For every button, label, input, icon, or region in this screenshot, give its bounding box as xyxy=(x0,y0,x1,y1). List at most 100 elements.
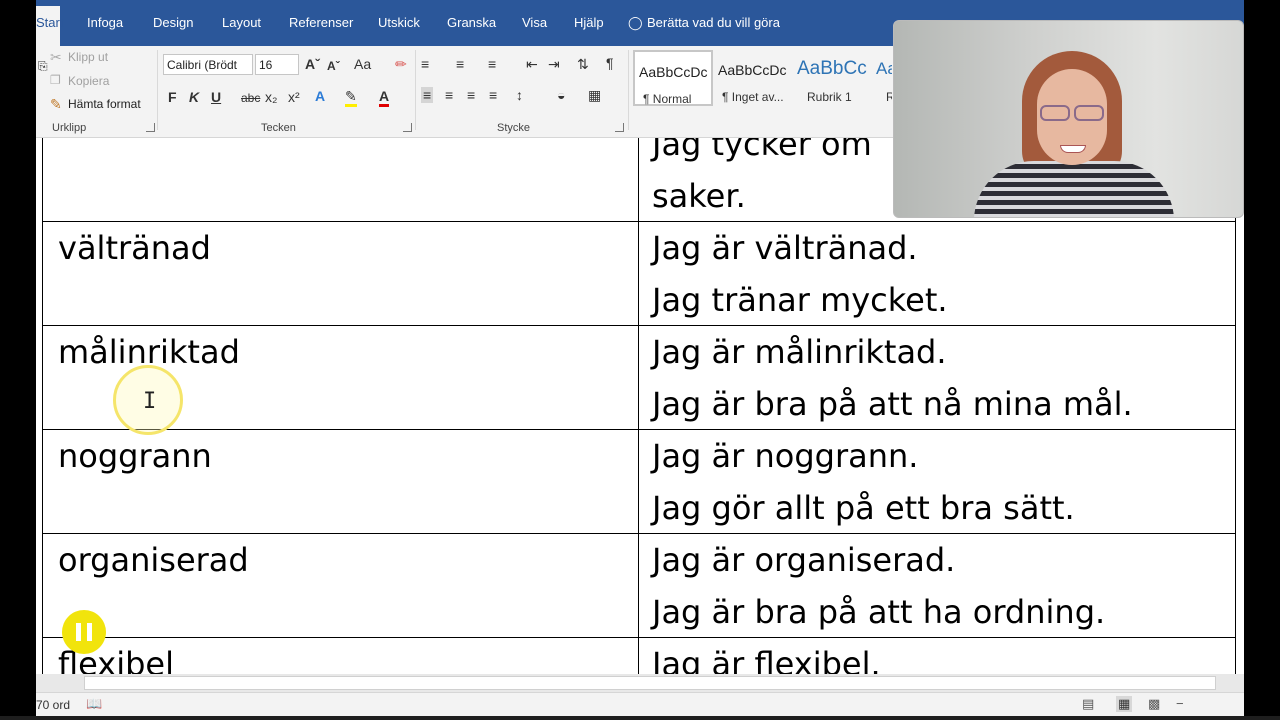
tab-hjalp[interactable]: Hjälp xyxy=(574,15,604,33)
paragraph-launcher-icon[interactable] xyxy=(615,123,624,132)
decrease-indent-icon[interactable]: ⇤ xyxy=(526,56,538,72)
shrink-font-icon[interactable]: Aˇ xyxy=(327,58,340,74)
tell-me-box[interactable]: Berätta vad du vill göra xyxy=(647,15,780,33)
taskbar-edge xyxy=(0,716,1280,720)
tell-me-lightbulb-icon[interactable]: ◯ xyxy=(628,15,643,33)
change-case-button[interactable]: Aa xyxy=(354,56,371,72)
style-no-spacing[interactable]: AaBbCcDc ¶ Inget av... xyxy=(714,50,794,106)
zoom-out-icon[interactable]: − xyxy=(1176,696,1184,712)
cut-button[interactable]: Klipp ut xyxy=(68,50,108,64)
underline-button[interactable]: U xyxy=(211,89,221,105)
style-heading-2[interactable]: Aa R xyxy=(872,50,892,106)
cell-text: Jag tränar mycket. xyxy=(652,281,948,319)
table-cell-word[interactable]: organiserad xyxy=(42,534,639,638)
cell-text: flexibel xyxy=(58,645,174,674)
numbering-icon[interactable]: ≡ xyxy=(456,56,464,72)
cell-text: Jag är organiserad. xyxy=(652,541,956,579)
print-layout-icon[interactable]: ▦ xyxy=(1116,696,1133,712)
font-name-dropdown[interactable]: Calibri (Brödt xyxy=(163,54,253,75)
group-divider xyxy=(628,50,629,130)
bullets-icon[interactable]: ≡ xyxy=(421,56,429,72)
format-painter-button[interactable]: Hämta format xyxy=(68,97,141,111)
tab-layout[interactable]: Layout xyxy=(222,15,261,33)
document-page[interactable]: Jag tycker om saker. vältränad Jag är vä… xyxy=(36,138,1244,674)
scrollbar-thumb[interactable] xyxy=(84,676,1216,690)
cell-text: noggrann xyxy=(58,437,212,475)
table-row: organiserad Jag är organiserad. Jag är b… xyxy=(42,534,1236,638)
webcam-overlay xyxy=(893,20,1244,218)
clear-formatting-icon[interactable]: ✏ xyxy=(395,56,407,72)
shading-icon[interactable]: ◒ xyxy=(557,87,565,103)
table-cell-sentences[interactable]: Jag är noggrann. Jag gör allt på ett bra… xyxy=(639,430,1236,534)
table-cell-word[interactable] xyxy=(42,138,639,222)
pause-bar-icon xyxy=(87,623,92,641)
table-cell-word[interactable]: vältränad xyxy=(42,222,639,326)
highlight-color-icon[interactable]: ✎ xyxy=(345,88,357,107)
multilevel-list-icon[interactable]: ≡ xyxy=(488,56,496,72)
text-cursor-icon: I xyxy=(143,389,157,414)
pause-recording-button[interactable] xyxy=(62,610,106,654)
copy-icon: ❐ xyxy=(50,73,61,87)
line-spacing-icon[interactable]: ↕ xyxy=(516,87,523,103)
grow-font-icon[interactable]: Aˇ xyxy=(305,56,320,72)
word-count[interactable]: 70 ord xyxy=(36,698,70,712)
tab-start[interactable]: Start xyxy=(36,15,63,33)
tab-infoga[interactable]: Infoga xyxy=(87,15,123,33)
tab-design[interactable]: Design xyxy=(153,15,193,33)
cell-text: Jag är bra på att ha ordning. xyxy=(652,593,1106,631)
font-color-icon[interactable]: A xyxy=(379,88,390,107)
read-mode-icon[interactable]: ▤ xyxy=(1082,696,1094,712)
style-normal[interactable]: AaBbCcDc ¶ Normal xyxy=(633,50,713,106)
web-layout-icon[interactable]: ▩ xyxy=(1148,696,1160,712)
subscript-icon[interactable]: x₂ xyxy=(265,89,277,105)
tab-visa[interactable]: Visa xyxy=(522,15,547,33)
show-formatting-marks-icon[interactable]: ¶ xyxy=(606,55,614,71)
clipboard-launcher-icon[interactable] xyxy=(146,123,155,132)
borders-icon[interactable]: ▦ xyxy=(588,87,601,103)
increase-indent-icon[interactable]: ⇥ xyxy=(548,56,560,72)
superscript-icon[interactable]: x² xyxy=(288,89,300,105)
proofing-icon[interactable]: 📖 xyxy=(86,696,102,712)
status-bar: 70 ord 📖 ▤ ▦ ▩ − xyxy=(36,692,1244,716)
cell-text: vältränad xyxy=(58,229,211,267)
italic-button[interactable]: K xyxy=(189,89,199,105)
table-cell-sentences[interactable]: Jag är målinriktad. Jag är bra på att nå… xyxy=(639,326,1236,430)
sort-icon[interactable]: ⇅ xyxy=(577,56,589,72)
cell-text: Jag är målinriktad. xyxy=(652,333,947,371)
horizontal-scrollbar[interactable] xyxy=(36,674,1244,692)
cell-text: Jag är noggrann. xyxy=(652,437,919,475)
table-cell-word[interactable]: flexibel xyxy=(42,638,639,674)
bold-button[interactable]: F xyxy=(168,89,177,105)
style-sample: AaBbCcDc xyxy=(639,64,708,80)
table-cell-sentences[interactable]: Jag är organiserad. Jag är bra på att ha… xyxy=(639,534,1236,638)
align-left-icon[interactable]: ≡ xyxy=(421,87,434,103)
table-cell-sentences[interactable]: Jag är vältränad. Jag tränar mycket. xyxy=(639,222,1236,326)
text-effects-icon[interactable]: A xyxy=(315,88,325,104)
tab-utskick[interactable]: Utskick xyxy=(378,15,420,33)
font-launcher-icon[interactable] xyxy=(403,123,412,132)
justify-icon[interactable]: ≡ xyxy=(489,87,497,103)
paragraph-group-label: Stycke xyxy=(497,122,531,134)
style-name: ¶ Normal xyxy=(643,92,692,106)
tab-granska[interactable]: Granska xyxy=(447,15,496,33)
tab-referenser[interactable]: Referenser xyxy=(289,15,353,33)
table-cell-sentences[interactable]: Jag är flexibel. xyxy=(639,638,1236,674)
paste-icon[interactable]: ⎘ xyxy=(38,58,48,74)
copy-button[interactable]: Kopiera xyxy=(68,74,109,88)
align-right-icon[interactable]: ≡ xyxy=(467,87,475,103)
font-size-value: 16 xyxy=(259,58,273,72)
style-heading-1[interactable]: AaBbCc Rubrik 1 xyxy=(793,50,873,106)
table-cell-word[interactable]: noggrann xyxy=(42,430,639,534)
font-size-dropdown[interactable]: 16 xyxy=(255,54,299,75)
format-painter-icon: ✎ xyxy=(50,96,62,112)
align-center-icon[interactable]: ≡ xyxy=(445,87,453,103)
presenter-glasses xyxy=(1036,105,1108,121)
group-divider xyxy=(157,50,158,130)
cell-text xyxy=(58,138,638,170)
cell-text: Jag är vältränad. xyxy=(652,229,918,267)
strikethrough-button[interactable]: abc xyxy=(241,90,260,106)
cell-text: organiserad xyxy=(58,541,249,579)
style-sample: Aa xyxy=(876,59,892,78)
table-row: vältränad Jag är vältränad. Jag tränar m… xyxy=(42,222,1236,326)
cut-icon: ✂ xyxy=(50,49,62,65)
